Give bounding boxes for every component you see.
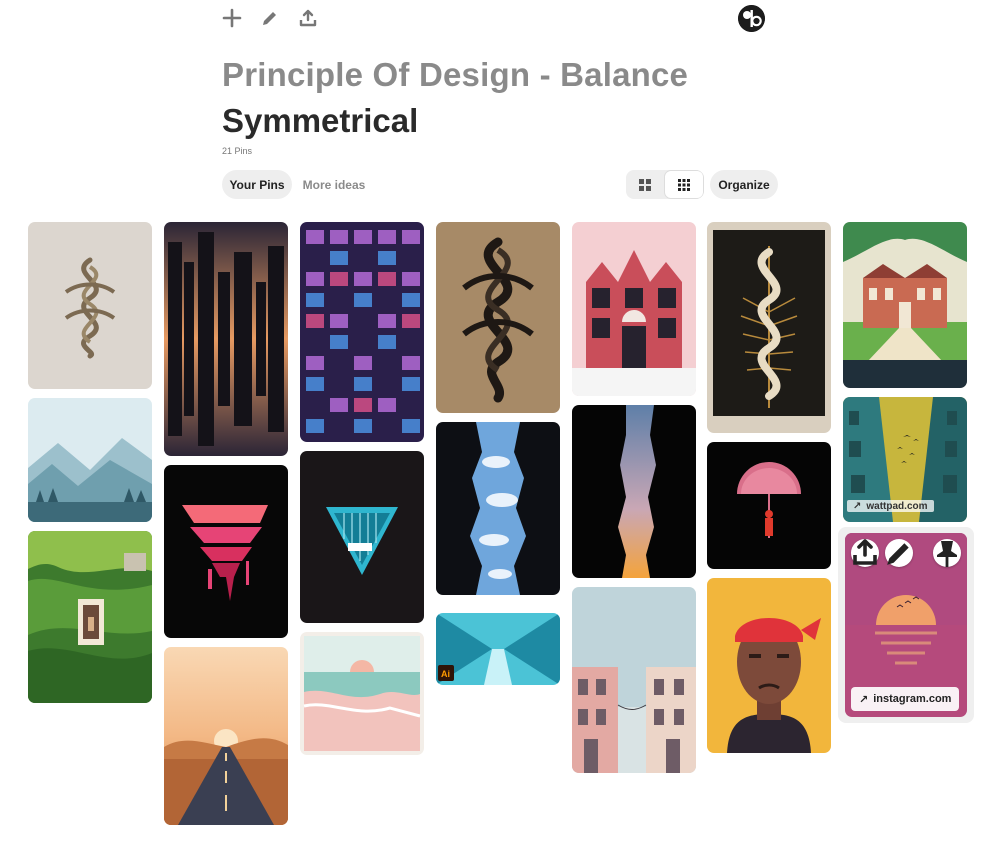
- pin-cyan-corridor[interactable]: Ai: [436, 613, 560, 685]
- pin-sky-between-buildings[interactable]: [436, 422, 560, 595]
- pencil-icon[interactable]: [258, 6, 282, 30]
- plus-icon[interactable]: [220, 6, 244, 30]
- pin-mountains-blue[interactable]: [28, 398, 152, 522]
- tab-more-ideas[interactable]: More ideas: [298, 170, 370, 199]
- tab-your-pins[interactable]: Your Pins: [222, 170, 292, 199]
- arrow-up-right-icon: ↗: [859, 693, 869, 706]
- arrow-up-right-icon: ↗: [853, 500, 862, 512]
- pin-count: 21 Pins: [222, 146, 253, 156]
- board-title: Symmetrical: [222, 102, 419, 139]
- board-toolbar: [220, 6, 320, 30]
- pin-tudor-house-pink[interactable]: [572, 222, 696, 396]
- pin-pink-beach[interactable]: [300, 632, 424, 755]
- grid-compact-icon[interactable]: [664, 170, 704, 199]
- pin-snake-beige[interactable]: [28, 222, 152, 389]
- pin-pink-drip-reflection[interactable]: [164, 465, 288, 638]
- share-icon[interactable]: [296, 6, 320, 30]
- grid-large-icon[interactable]: [626, 170, 664, 199]
- pin-umbrella-silhouette[interactable]: [707, 442, 831, 569]
- pin-city-reflection-sunset[interactable]: [164, 222, 288, 456]
- pin-portrait-red-bandana[interactable]: [707, 578, 831, 753]
- pin-snake-black-brown[interactable]: [436, 222, 560, 413]
- organize-button[interactable]: Organize: [710, 170, 778, 199]
- pin-cyan-inverted-triangle[interactable]: [300, 451, 424, 623]
- pin-snake-fern-tarot[interactable]: [707, 222, 831, 433]
- view-toggle: [626, 170, 704, 199]
- pin-desert-road[interactable]: [164, 647, 288, 825]
- pencil-icon[interactable]: [885, 539, 913, 567]
- share-icon[interactable]: [851, 539, 879, 567]
- pin-green-hills-illustration[interactable]: [28, 531, 152, 703]
- pin-pink-sunset-sea[interactable]: ↗ instagram.com: [845, 533, 967, 717]
- pin-teal-building-birds[interactable]: ↗ wattpad.com: [843, 397, 967, 522]
- parent-board-title[interactable]: Principle Of Design - Balance: [222, 56, 688, 94]
- pin-neon-apartments[interactable]: [300, 222, 424, 442]
- pushpin-icon[interactable]: [933, 539, 961, 567]
- avatar-icon[interactable]: [738, 5, 765, 32]
- svg-text:Ai: Ai: [441, 669, 450, 679]
- pin-manor-house-park[interactable]: [843, 222, 967, 388]
- pin-sunset-between-buildings[interactable]: [572, 405, 696, 578]
- pin-source-link[interactable]: ↗ wattpad.com: [847, 500, 934, 512]
- pin-pastel-townhouses[interactable]: [572, 587, 696, 773]
- pin-source-link[interactable]: ↗ instagram.com: [851, 687, 960, 711]
